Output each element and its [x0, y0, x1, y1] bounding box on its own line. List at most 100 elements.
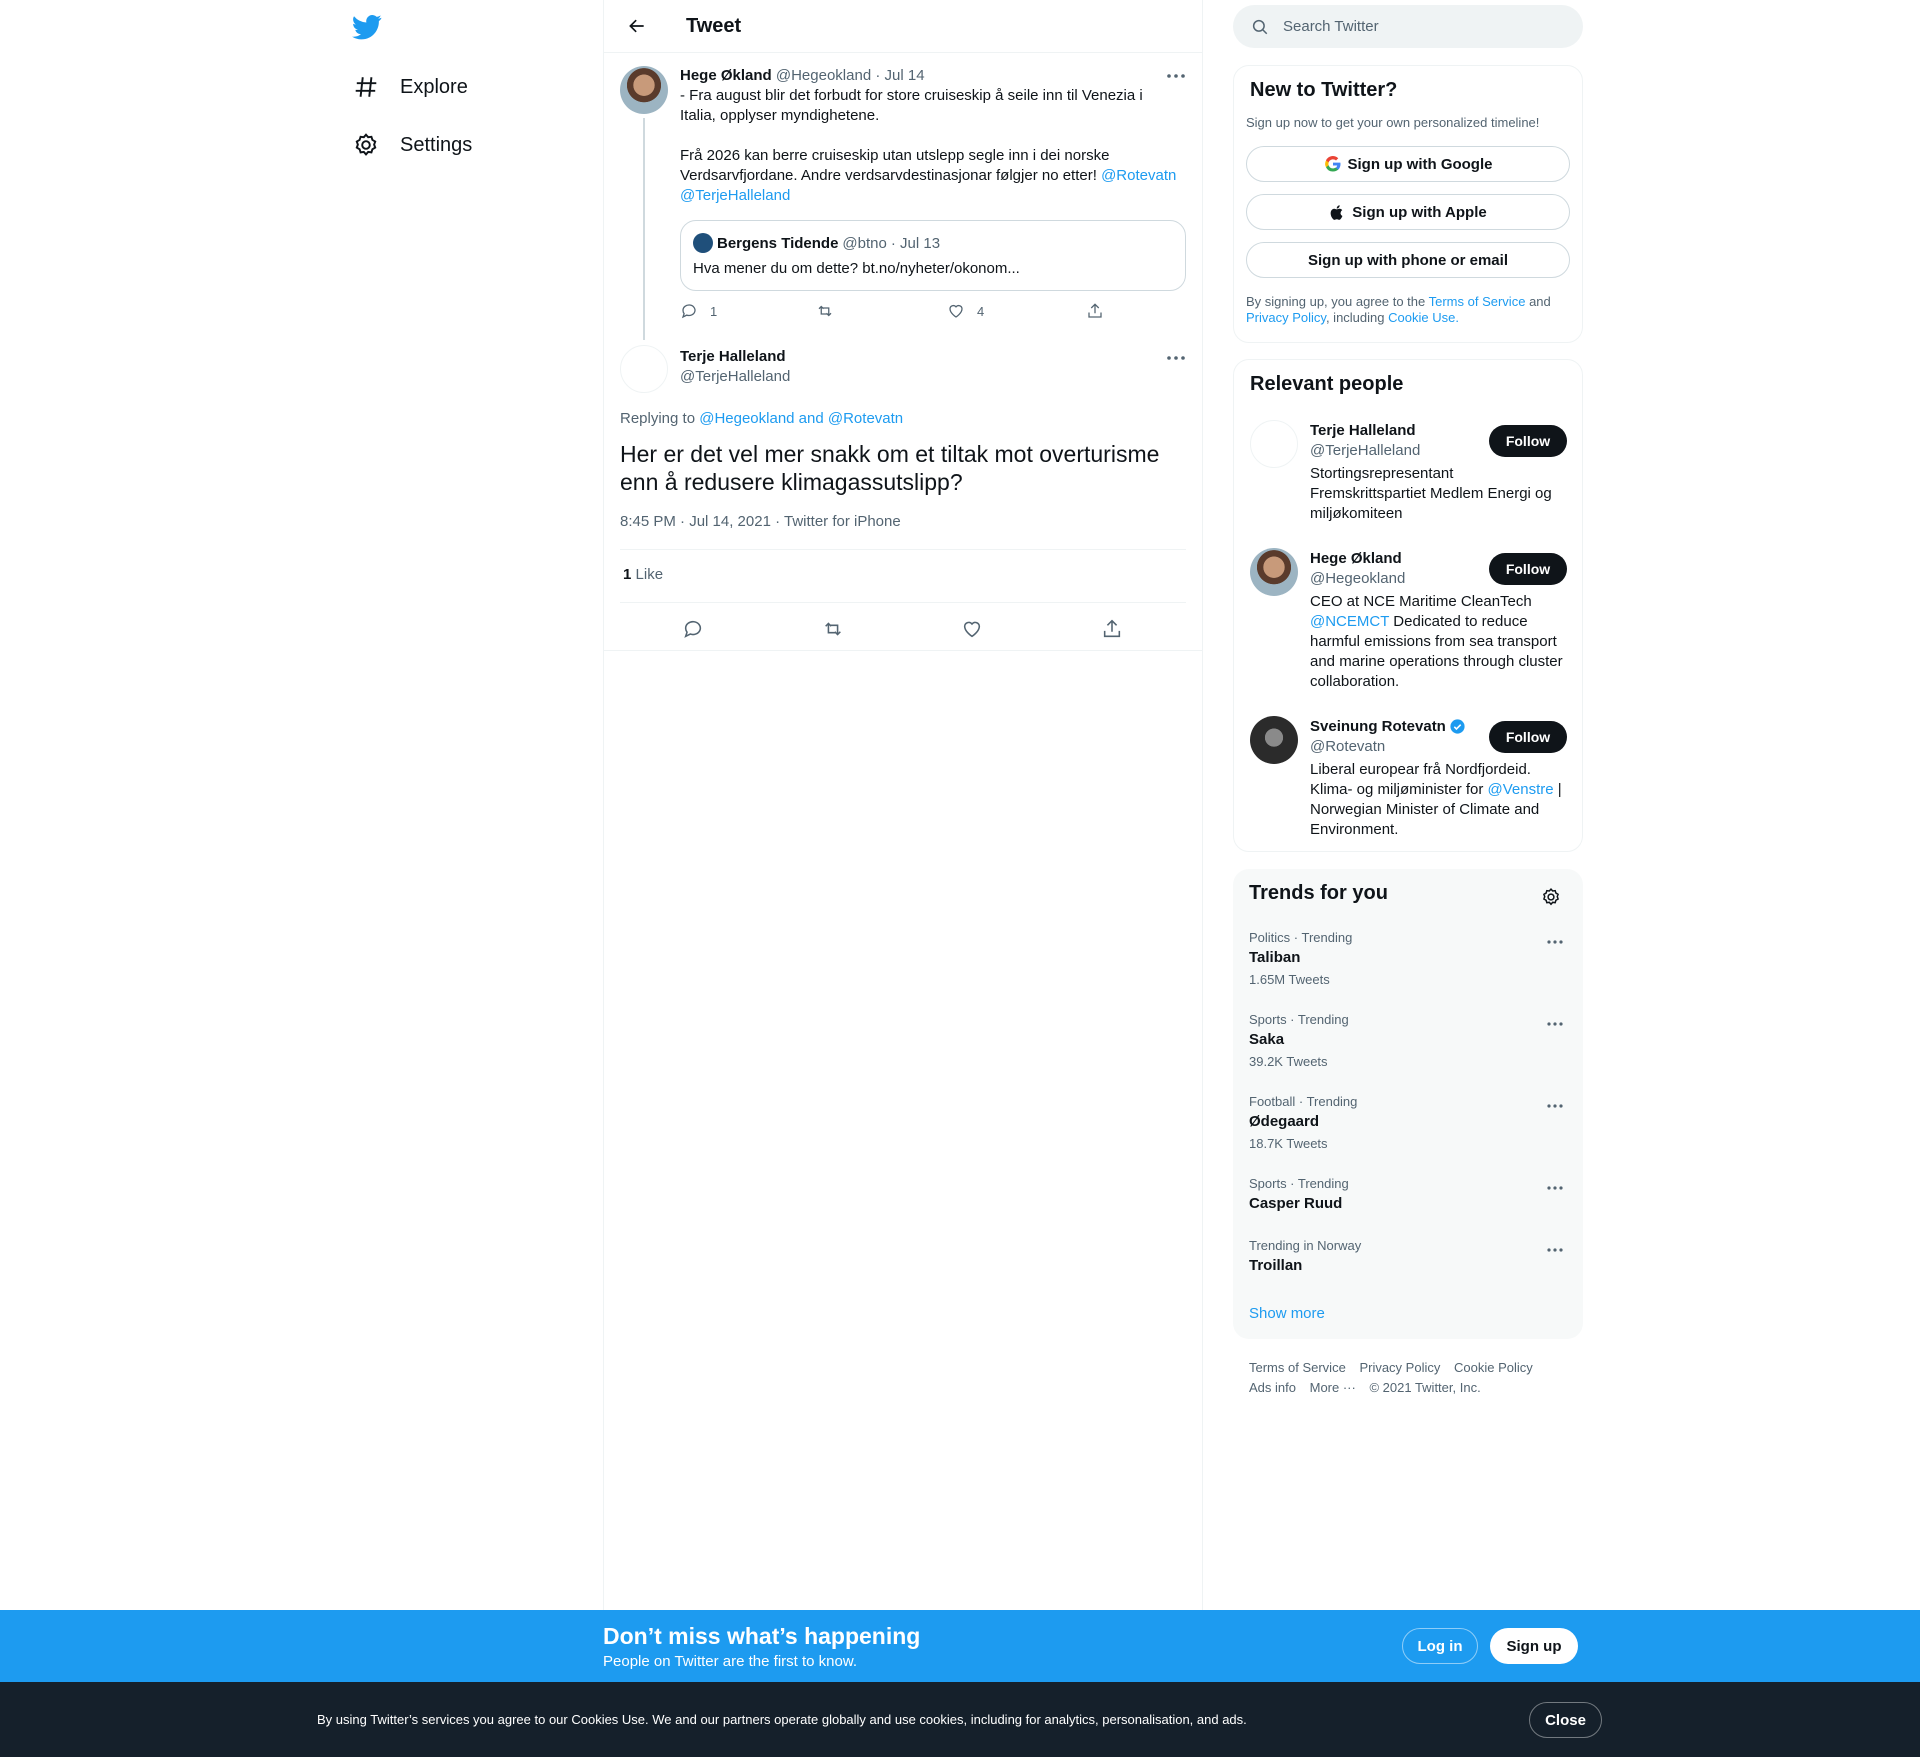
- quoted-tweet-date: · Jul 13: [890, 234, 941, 252]
- trend-meta: Football · Trending: [1249, 1094, 1358, 1109]
- trend-more-icon[interactable]: [1543, 1178, 1567, 1198]
- main-tweet-handle[interactable]: @TerjeHalleland: [680, 368, 790, 385]
- footer-ads[interactable]: Ads info: [1249, 1380, 1296, 1395]
- search-box[interactable]: [1233, 5, 1583, 48]
- parent-tweet-text-2-body: Frå 2026 kan berre cruiseskip utan utsle…: [680, 147, 1110, 184]
- signup-phone-label: Sign up with phone or email: [1307, 251, 1508, 269]
- mention-rotevatn[interactable]: @Rotevatn: [1101, 167, 1176, 184]
- reply-action[interactable]: 1: [680, 302, 717, 320]
- back-button[interactable]: [620, 9, 654, 43]
- person-handle[interactable]: @TerjeHalleland: [1310, 442, 1420, 459]
- trends-settings-icon[interactable]: [1536, 882, 1566, 912]
- parent-tweet-more-icon[interactable]: [1163, 66, 1189, 86]
- login-button[interactable]: Log in: [1402, 1628, 1478, 1664]
- legal-terms-link[interactable]: Terms of Service: [1429, 294, 1526, 309]
- trend-more-icon[interactable]: [1543, 932, 1567, 952]
- signup-google-button[interactable]: Sign up with Google: [1246, 146, 1570, 182]
- parent-tweet-date[interactable]: · Jul 14: [875, 67, 924, 84]
- bio-mention[interactable]: @Venstre: [1488, 781, 1554, 798]
- main-tweet-name[interactable]: Terje Halleland: [680, 348, 790, 365]
- bio-mention[interactable]: @NCEMCT: [1310, 613, 1389, 630]
- new-to-twitter-title: New to Twitter?: [1250, 79, 1398, 101]
- parent-tweet-handle[interactable]: @Hegeokland: [776, 67, 871, 84]
- footer-privacy[interactable]: Privacy Policy: [1359, 1360, 1440, 1375]
- like-count: 4: [977, 303, 985, 319]
- parent-tweet-text-2: Frå 2026 kan berre cruiseskip utan utsle…: [680, 146, 1180, 206]
- trend-name[interactable]: Saka: [1249, 1031, 1284, 1048]
- trend-name[interactable]: Casper Ruud: [1249, 1195, 1342, 1212]
- heart-icon: [963, 621, 981, 638]
- mention-terjehalleland[interactable]: @TerjeHalleland: [680, 187, 790, 204]
- new-to-twitter-panel: New to Twitter? Sign up now to get your …: [1233, 65, 1583, 343]
- person-name-row[interactable]: Sveinung Rotevatn: [1310, 718, 1466, 735]
- quoted-tweet[interactable]: Bergens Tidende @btno · Jul 13 Hva mener…: [680, 220, 1186, 291]
- search-input[interactable]: [1283, 18, 1543, 35]
- trend-name[interactable]: Troillan: [1249, 1257, 1302, 1274]
- like-action[interactable]: 4: [947, 302, 984, 320]
- cookie-text: By using Twitter’s services you agree to…: [317, 1712, 1247, 1727]
- main-retweet-button[interactable]: [816, 612, 850, 646]
- reply-icon: [684, 620, 702, 638]
- person-name[interactable]: Hege Økland: [1310, 550, 1402, 567]
- replying-to-mentions[interactable]: @Hegeokland and @Rotevatn: [699, 410, 903, 427]
- twitter-logo-icon[interactable]: [352, 12, 384, 42]
- person-handle[interactable]: @Rotevatn: [1310, 738, 1385, 755]
- signup-button[interactable]: Sign up: [1490, 1628, 1578, 1664]
- footer-terms[interactable]: Terms of Service: [1249, 1360, 1346, 1375]
- bio-text: CEO at NCE Maritime CleanTech: [1310, 593, 1532, 610]
- gear-icon: [352, 131, 380, 159]
- signup-phone-button[interactable]: Sign up with phone or email: [1246, 242, 1570, 278]
- avatar-sveinung[interactable]: [1250, 716, 1298, 764]
- main-reply-button[interactable]: [676, 612, 710, 646]
- avatar-terje[interactable]: [1250, 420, 1298, 468]
- avatar-terje[interactable]: [620, 345, 668, 393]
- google-icon: [1324, 155, 1342, 173]
- replying-to-label: Replying to: [620, 410, 696, 427]
- parent-tweet[interactable]: Hege Økland @Hegeokland · Jul 14 - Fra a…: [680, 66, 1180, 206]
- signup-apple-button[interactable]: Sign up with Apple: [1246, 194, 1570, 230]
- cookie-close-button[interactable]: Close: [1529, 1702, 1602, 1738]
- new-to-twitter-subtitle: Sign up now to get your own personalized…: [1246, 115, 1540, 130]
- footer-copyright: © 2021 Twitter, Inc.: [1369, 1380, 1481, 1395]
- person-handle[interactable]: @Hegeokland: [1310, 570, 1405, 587]
- footer-links-row-2: Ads info More ··· © 2021 Twitter, Inc.: [1249, 1380, 1491, 1395]
- follow-button[interactable]: Follow: [1489, 553, 1567, 585]
- person-name[interactable]: Terje Halleland: [1310, 422, 1416, 439]
- person-name: Sveinung Rotevatn: [1310, 718, 1446, 735]
- trend-name[interactable]: Taliban: [1249, 949, 1300, 966]
- main-share-button[interactable]: [1095, 612, 1129, 646]
- legal-cookie-link[interactable]: Cookie Use.: [1388, 310, 1459, 325]
- footer-more[interactable]: More ···: [1310, 1380, 1356, 1395]
- legal-privacy-link[interactable]: Privacy Policy: [1246, 310, 1326, 325]
- main-tweet-author[interactable]: Terje Halleland @TerjeHalleland: [680, 348, 790, 385]
- footer-cookie[interactable]: Cookie Policy: [1454, 1360, 1533, 1375]
- main-tweet-text: Her er det vel mer snakk om et tiltak mo…: [620, 441, 1160, 495]
- likes-summary[interactable]: 1 Like: [623, 566, 663, 583]
- main-like-button[interactable]: [955, 612, 989, 646]
- trend-name[interactable]: Ødegaard: [1249, 1113, 1319, 1130]
- follow-button[interactable]: Follow: [1489, 721, 1567, 753]
- nav-explore-label: Explore: [400, 75, 468, 98]
- avatar-hege[interactable]: [620, 66, 668, 114]
- show-more-link[interactable]: Show more: [1249, 1305, 1325, 1322]
- thread-line: [643, 118, 645, 340]
- trend-meta: Politics · Trending: [1249, 930, 1353, 945]
- trend-meta: Trending in Norway: [1249, 1238, 1362, 1253]
- signup-google-label: Sign up with Google: [1347, 155, 1493, 173]
- search-icon: [1251, 18, 1269, 36]
- share-action[interactable]: [1086, 302, 1104, 320]
- nav-explore[interactable]: Explore: [352, 67, 468, 107]
- cookie-bar: By using Twitter’s services you agree to…: [0, 1682, 1920, 1757]
- signup-legal: By signing up, you agree to the Terms of…: [1246, 294, 1570, 326]
- trend-more-icon[interactable]: [1543, 1096, 1567, 1116]
- parent-tweet-name[interactable]: Hege Økland: [680, 67, 772, 84]
- trend-more-icon[interactable]: [1543, 1240, 1567, 1260]
- follow-button[interactable]: Follow: [1489, 425, 1567, 457]
- trend-more-icon[interactable]: [1543, 1014, 1567, 1034]
- avatar-hege[interactable]: [1250, 548, 1298, 596]
- retweet-action[interactable]: [816, 302, 834, 320]
- legal-including: , including: [1325, 310, 1385, 325]
- main-tweet-timestamp[interactable]: 8:45 PM · Jul 14, 2021 · Twitter for iPh…: [620, 513, 901, 530]
- main-tweet-more-icon[interactable]: [1163, 348, 1189, 368]
- nav-settings[interactable]: Settings: [352, 125, 472, 165]
